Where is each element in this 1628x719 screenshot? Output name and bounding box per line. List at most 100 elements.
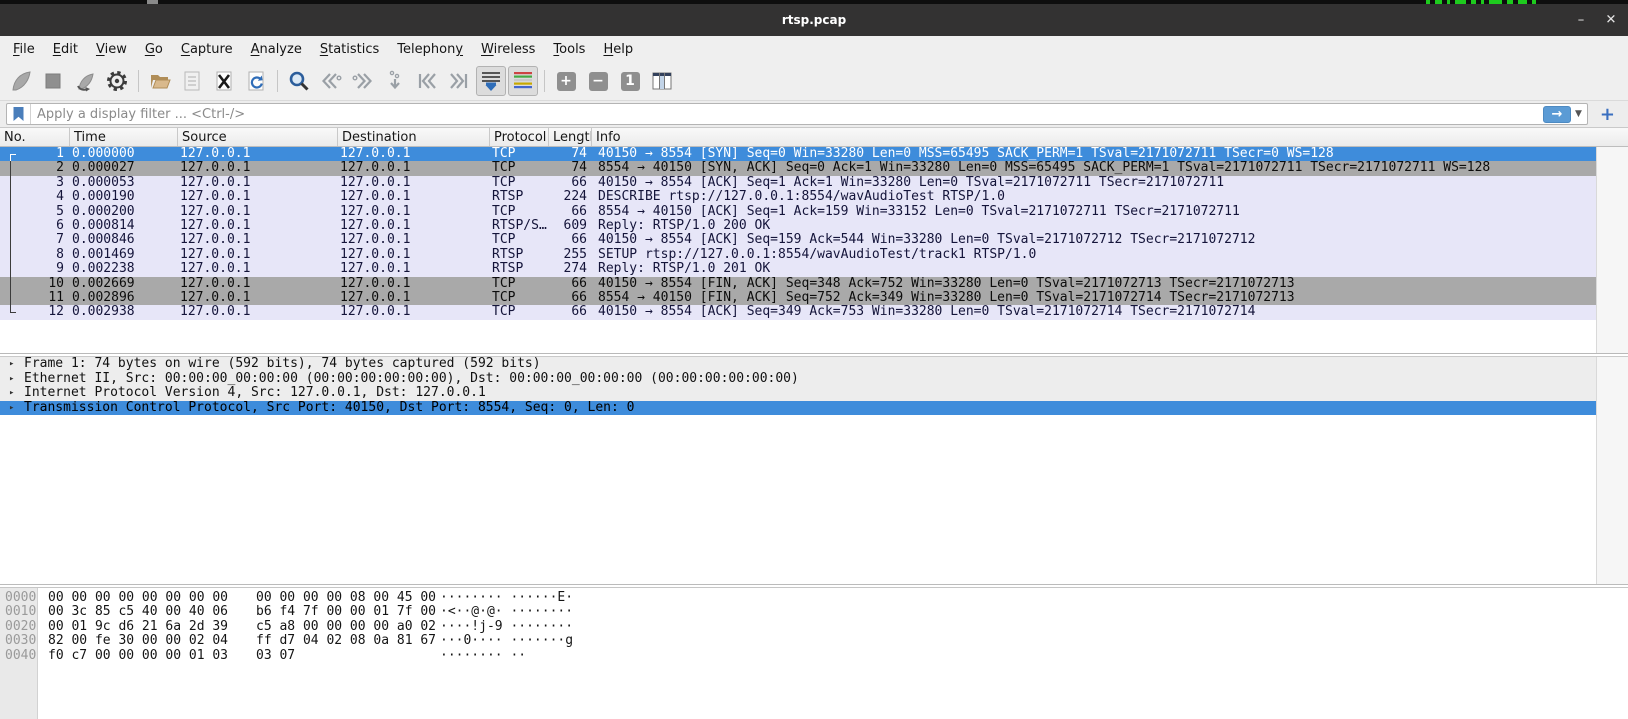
packet-row-3[interactable]: 30.000053127.0.0.1127.0.0.1TCP6640150 → … <box>0 176 1628 190</box>
menu-go[interactable]: Go <box>136 38 172 61</box>
last-packet-icon <box>447 69 471 93</box>
go-to-packet-button[interactable] <box>380 66 410 96</box>
hex-bytes-right[interactable]: ff d7 04 02 08 0a 81 67 <box>256 634 436 648</box>
save-file-button[interactable] <box>177 66 207 96</box>
column-header-length[interactable]: Length <box>549 128 592 146</box>
hex-dump-pane[interactable]: 000000 00 00 00 00 00 00 0000 00 00 00 0… <box>0 587 1628 719</box>
go-forward-button[interactable] <box>348 66 378 96</box>
first-packet-button[interactable] <box>412 66 442 96</box>
detail-row-1[interactable]: ▸Frame 1: 74 bytes on wire (592 bits), 7… <box>0 357 1628 372</box>
menu-file[interactable]: File <box>4 38 44 61</box>
menu-edit[interactable]: Edit <box>44 38 87 61</box>
detail-row-3[interactable]: ▸Internet Protocol Version 4, Src: 127.0… <box>0 386 1628 401</box>
hex-bytes-right[interactable]: c5 a8 00 00 00 00 a0 02 <box>256 620 436 634</box>
open-file-button[interactable] <box>145 66 175 96</box>
packet-row-10[interactable]: 100.002669127.0.0.1127.0.0.1TCP6640150 →… <box>0 277 1628 291</box>
last-packet-button[interactable] <box>444 66 474 96</box>
packet-list[interactable]: 10.000000127.0.0.1127.0.0.1TCP7440150 → … <box>0 147 1628 353</box>
close-button[interactable]: ✕ <box>1600 13 1622 28</box>
packet-row-12[interactable]: 120.002938127.0.0.1127.0.0.1TCP6640150 →… <box>0 305 1628 319</box>
expander-icon[interactable]: ▸ <box>9 386 14 401</box>
hex-ascii[interactable]: ········ ······E· <box>440 591 573 605</box>
column-header-source[interactable]: Source <box>178 128 338 146</box>
packet-row-1[interactable]: 10.000000127.0.0.1127.0.0.1TCP7440150 → … <box>0 147 1628 161</box>
start-capture-button[interactable] <box>6 66 36 96</box>
restart-capture-button[interactable] <box>70 66 100 96</box>
resize-columns-button[interactable] <box>647 66 677 96</box>
magnifier-icon <box>287 69 311 93</box>
packet-len: 74 <box>549 161 592 175</box>
filter-bar: Apply a display filter ... <Ctrl-/> → ▼ … <box>0 100 1628 128</box>
packet-row-4[interactable]: 40.000190127.0.0.1127.0.0.1RTSP224DESCRI… <box>0 190 1628 204</box>
packet-row-11[interactable]: 110.002896127.0.0.1127.0.0.1TCP668554 → … <box>0 291 1628 305</box>
hex-bytes-left[interactable]: 00 3c 85 c5 40 00 40 06 <box>48 605 228 619</box>
add-filter-button[interactable]: + <box>1593 104 1622 125</box>
expander-icon[interactable]: ▸ <box>9 357 14 372</box>
menu-statistics[interactable]: Statistics <box>311 38 388 61</box>
normal-size-button[interactable]: 1 <box>615 66 645 96</box>
menu-wireless[interactable]: Wireless <box>472 38 544 61</box>
packet-row-2[interactable]: 20.000027127.0.0.1127.0.0.1TCP748554 → 4… <box>0 161 1628 175</box>
packet-list-scrollbar[interactable] <box>1596 147 1628 353</box>
menu-tools[interactable]: Tools <box>544 38 594 61</box>
hex-bytes-right[interactable]: 00 00 00 00 08 00 45 00 <box>256 591 436 605</box>
reload-file-button[interactable] <box>241 66 271 96</box>
go-back-button[interactable] <box>316 66 346 96</box>
close-file-button[interactable] <box>209 66 239 96</box>
hex-row-0010[interactable]: 001000 3c 85 c5 40 00 40 06b6 f4 7f 00 0… <box>0 605 1628 619</box>
column-header-destination[interactable]: Destination <box>338 128 490 146</box>
hex-row-0000[interactable]: 000000 00 00 00 00 00 00 0000 00 00 00 0… <box>0 591 1628 605</box>
hex-bytes-right[interactable]: b6 f4 7f 00 00 01 7f 00 <box>256 605 436 619</box>
expander-icon[interactable]: ▸ <box>9 401 14 416</box>
packet-row-5[interactable]: 50.000200127.0.0.1127.0.0.1TCP668554 → 4… <box>0 205 1628 219</box>
menu-view[interactable]: View <box>87 38 136 61</box>
apply-filter-button[interactable]: → <box>1543 106 1571 123</box>
hex-ascii[interactable]: ····!j-9 ········ <box>440 620 573 634</box>
hex-row-0030[interactable]: 003082 00 fe 30 00 00 02 04ff d7 04 02 0… <box>0 634 1628 648</box>
menu-help[interactable]: Help <box>594 38 642 61</box>
display-filter-input[interactable]: Apply a display filter ... <Ctrl-/> → ▼ <box>6 103 1588 125</box>
find-packet-button[interactable] <box>284 66 314 96</box>
hex-row-0020[interactable]: 002000 01 9c d6 21 6a 2d 39c5 a8 00 00 0… <box>0 620 1628 634</box>
hex-ascii[interactable]: ···0···· ·······g <box>440 634 573 648</box>
colorize-packets-button[interactable] <box>508 66 538 96</box>
hex-bytes-left[interactable]: 00 00 00 00 00 00 00 00 <box>48 591 228 605</box>
filter-bookmark-button[interactable] <box>7 104 31 124</box>
conversation-bracket <box>10 233 16 247</box>
hex-ascii[interactable]: ·<··@·@· ········ <box>440 605 573 619</box>
stop-square-icon <box>41 69 65 93</box>
expander-icon[interactable]: ▸ <box>9 372 14 387</box>
detail-row-2[interactable]: ▸Ethernet II, Src: 00:00:00_00:00:00 (00… <box>0 372 1628 387</box>
capture-options-button[interactable] <box>102 66 132 96</box>
minimize-button[interactable]: – <box>1570 13 1592 28</box>
stop-capture-button[interactable] <box>38 66 68 96</box>
column-header-info[interactable]: Info <box>592 128 1628 146</box>
details-scrollbar[interactable] <box>1596 357 1628 584</box>
packet-row-6[interactable]: 60.000814127.0.0.1127.0.0.1RTSP/S…609Rep… <box>0 219 1628 233</box>
hex-bytes-left[interactable]: 00 01 9c d6 21 6a 2d 39 <box>48 620 228 634</box>
hex-ascii[interactable]: ········ ·· <box>440 649 526 663</box>
conversation-bracket <box>10 176 16 190</box>
packet-row-9[interactable]: 90.002238127.0.0.1127.0.0.1RTSP274Reply:… <box>0 262 1628 276</box>
column-header-no[interactable]: No. <box>0 128 70 146</box>
menu-analyze[interactable]: Analyze <box>242 38 311 61</box>
filter-dropdown-caret[interactable]: ▼ <box>1573 109 1587 119</box>
packet-src: 127.0.0.1 <box>178 219 338 233</box>
packet-dst: 127.0.0.1 <box>338 147 490 161</box>
hex-row-0040[interactable]: 0040f0 c7 00 00 00 00 01 0303 07········… <box>0 649 1628 663</box>
zoom-out-button[interactable]: − <box>583 66 613 96</box>
title-bar[interactable]: rtsp.pcap – ✕ <box>0 4 1628 36</box>
hex-bytes-right[interactable]: 03 07 <box>256 649 295 663</box>
packet-details-pane[interactable]: ▸Frame 1: 74 bytes on wire (592 bits), 7… <box>0 357 1628 584</box>
detail-row-4[interactable]: ▸Transmission Control Protocol, Src Port… <box>0 401 1628 416</box>
hex-bytes-left[interactable]: 82 00 fe 30 00 00 02 04 <box>48 634 228 648</box>
menu-telephony[interactable]: Telephony <box>388 38 472 61</box>
menu-capture[interactable]: Capture <box>172 38 242 61</box>
column-header-protocol[interactable]: Protocol <box>490 128 549 146</box>
zoom-in-button[interactable]: + <box>551 66 581 96</box>
auto-scroll-button[interactable] <box>476 66 506 96</box>
packet-row-7[interactable]: 70.000846127.0.0.1127.0.0.1TCP6640150 → … <box>0 233 1628 247</box>
packet-row-8[interactable]: 80.001469127.0.0.1127.0.0.1RTSP255SETUP … <box>0 248 1628 262</box>
hex-bytes-left[interactable]: f0 c7 00 00 00 00 01 03 <box>48 649 228 663</box>
column-header-time[interactable]: Time <box>70 128 178 146</box>
